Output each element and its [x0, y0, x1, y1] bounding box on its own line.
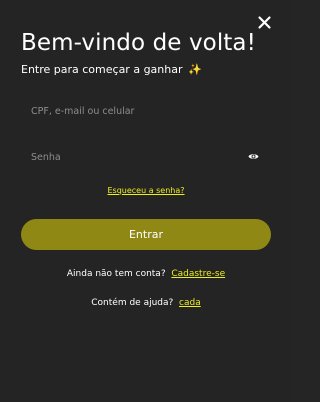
- toggle-password-button[interactable]: [248, 152, 259, 161]
- subtitle: Entre para começar a ganhar ✨: [21, 63, 202, 77]
- forgot-password-row: Esqueceu a senha?: [0, 186, 292, 196]
- forgot-password-link[interactable]: Esqueceu a senha?: [107, 186, 184, 195]
- close-button[interactable]: [256, 14, 274, 32]
- help-row: Contém de ajuda? cada: [0, 297, 292, 309]
- sparkles-icon: ✨: [188, 63, 202, 76]
- help-text: Contém de ajuda?: [91, 298, 174, 308]
- identifier-field: [21, 96, 271, 126]
- eye-icon[interactable]: [248, 152, 259, 161]
- close-icon[interactable]: [256, 14, 274, 32]
- register-row: Ainda não tem conta? Cadastre-se: [0, 268, 292, 280]
- no-account-text: Ainda não tem conta?: [66, 269, 166, 279]
- password-input[interactable]: [21, 142, 271, 172]
- login-modal: Bem-vindo de volta! Entre para começar a…: [0, 0, 292, 402]
- page-title: Bem-vindo de volta!: [21, 30, 256, 56]
- password-field: [21, 142, 271, 172]
- register-link[interactable]: Cadastre-se: [171, 269, 225, 279]
- help-link[interactable]: cada: [179, 298, 201, 308]
- login-button[interactable]: Entrar: [21, 219, 271, 250]
- identifier-input[interactable]: [21, 96, 271, 126]
- subtitle-text: Entre para começar a ganhar: [21, 63, 183, 76]
